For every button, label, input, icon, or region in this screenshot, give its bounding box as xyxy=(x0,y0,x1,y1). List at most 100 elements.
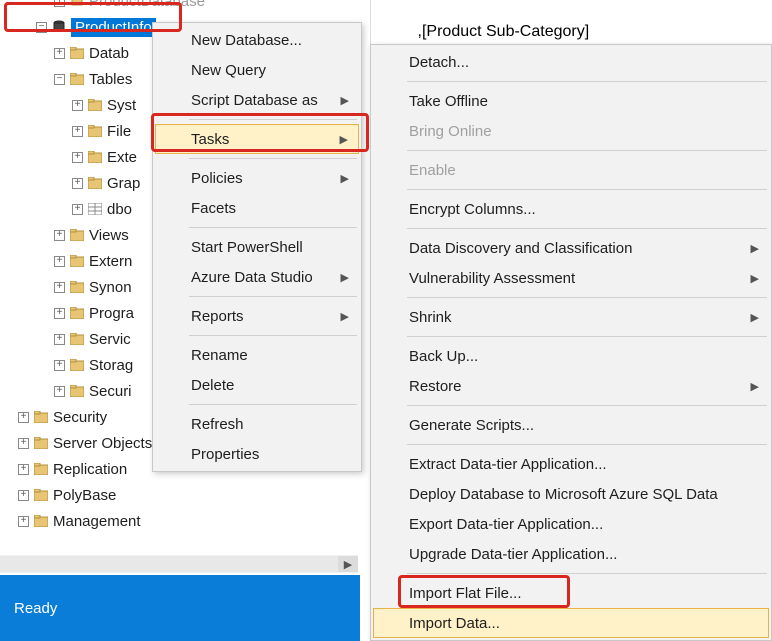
submenu-arrow-icon: ▶ xyxy=(751,272,759,285)
menu-item-reports[interactable]: Reports▶ xyxy=(155,301,359,331)
menu-separator xyxy=(407,150,767,151)
menu-item-refresh[interactable]: Refresh xyxy=(155,409,359,439)
menu-item-enable: Enable xyxy=(373,155,769,185)
table-icon xyxy=(87,201,103,217)
expand-icon[interactable]: + xyxy=(18,464,29,475)
expand-icon[interactable]: + xyxy=(54,386,65,397)
collapse-icon[interactable]: − xyxy=(54,74,65,85)
menu-item-shrink[interactable]: Shrink▶ xyxy=(373,302,769,332)
folder-icon xyxy=(33,409,49,425)
menu-item-new-query[interactable]: New Query xyxy=(155,55,359,85)
menu-item-encrypt-columns[interactable]: Encrypt Columns... xyxy=(373,194,769,224)
expand-icon[interactable]: + xyxy=(54,360,65,371)
tree-label: Securi xyxy=(89,383,132,400)
submenu-arrow-icon: ▶ xyxy=(341,310,349,323)
expand-icon[interactable]: + xyxy=(72,204,83,215)
expand-icon[interactable]: + xyxy=(72,100,83,111)
menu-item-bring-online: Bring Online xyxy=(373,116,769,146)
folder-icon xyxy=(33,461,49,477)
menu-item-generate-scripts[interactable]: Generate Scripts... xyxy=(373,410,769,440)
status-bar: Ready xyxy=(0,575,360,641)
menu-separator xyxy=(189,119,357,120)
database-icon xyxy=(69,0,85,9)
tree-label: Server Objects xyxy=(53,435,152,452)
tree-label: ProductDatabase xyxy=(89,0,205,10)
expand-icon[interactable]: + xyxy=(54,230,65,241)
tree-label: Progra xyxy=(89,305,134,322)
expand-icon[interactable]: + xyxy=(54,0,65,7)
submenu-arrow-icon: ▶ xyxy=(751,380,759,393)
folder-icon xyxy=(69,279,85,295)
folder-icon xyxy=(69,331,85,347)
scroll-right-button[interactable]: ▶ xyxy=(338,556,358,572)
menu-item-detach[interactable]: Detach... xyxy=(373,47,769,77)
menu-item-extract-data-tier[interactable]: Extract Data-tier Application... xyxy=(373,449,769,479)
folder-icon xyxy=(69,357,85,373)
menu-item-rename[interactable]: Rename xyxy=(155,340,359,370)
menu-item-new-database[interactable]: New Database... xyxy=(155,25,359,55)
menu-item-restore[interactable]: Restore▶ xyxy=(373,371,769,401)
menu-item-deploy-azure[interactable]: Deploy Database to Microsoft Azure SQL D… xyxy=(373,479,769,509)
menu-item-data-discovery[interactable]: Data Discovery and Classification▶ xyxy=(373,233,769,263)
tree-node[interactable]: + PolyBase xyxy=(0,482,360,508)
menu-item-import-flat-file[interactable]: Import Flat File... xyxy=(373,578,769,608)
collapse-icon[interactable]: − xyxy=(36,22,47,33)
expand-icon[interactable]: + xyxy=(18,438,29,449)
tree-label: Replication xyxy=(53,461,127,478)
submenu-arrow-icon: ▶ xyxy=(751,311,759,324)
sql-editor-preview: ,[Product Sub-Category] [Product Name] xyxy=(370,0,772,45)
context-menu-database[interactable]: New Database... New Query Script Databas… xyxy=(152,22,362,472)
folder-icon xyxy=(87,175,103,191)
submenu-arrow-icon: ▶ xyxy=(341,94,349,107)
menu-item-import-data[interactable]: Import Data... xyxy=(373,608,769,638)
menu-item-properties[interactable]: Properties xyxy=(155,439,359,469)
menu-item-tasks[interactable]: Tasks▶ xyxy=(155,124,359,154)
menu-item-script-database-as[interactable]: Script Database as▶ xyxy=(155,85,359,115)
tree-label: Security xyxy=(53,409,107,426)
menu-separator xyxy=(407,81,767,82)
submenu-arrow-icon: ▶ xyxy=(751,242,759,255)
menu-separator xyxy=(189,335,357,336)
tree-label: Storag xyxy=(89,357,133,374)
expand-icon[interactable]: + xyxy=(18,490,29,501)
context-menu-tasks[interactable]: Detach... Take Offline Bring Online Enab… xyxy=(370,44,772,641)
tree-label: Datab xyxy=(89,45,129,62)
folder-icon xyxy=(69,383,85,399)
menu-separator xyxy=(189,404,357,405)
menu-item-take-offline[interactable]: Take Offline xyxy=(373,86,769,116)
menu-item-back-up[interactable]: Back Up... xyxy=(373,341,769,371)
expand-icon[interactable]: + xyxy=(54,48,65,59)
tree-label: Grap xyxy=(107,175,140,192)
tree-label: Synon xyxy=(89,279,132,296)
menu-item-start-powershell[interactable]: Start PowerShell xyxy=(155,232,359,262)
menu-separator xyxy=(407,405,767,406)
tree-node-database-truncated[interactable]: + ProductDatabase xyxy=(0,0,360,14)
tree-label: Views xyxy=(89,227,129,244)
menu-item-azure-data-studio[interactable]: Azure Data Studio▶ xyxy=(155,262,359,292)
menu-item-facets[interactable]: Facets xyxy=(155,193,359,223)
menu-separator xyxy=(407,573,767,574)
menu-separator xyxy=(189,158,357,159)
folder-icon xyxy=(87,97,103,113)
menu-item-vulnerability-assessment[interactable]: Vulnerability Assessment▶ xyxy=(373,263,769,293)
tree-label: Tables xyxy=(89,71,132,88)
folder-icon xyxy=(69,253,85,269)
expand-icon[interactable]: + xyxy=(54,282,65,293)
tree-label: dbo xyxy=(107,201,132,218)
expand-icon[interactable]: + xyxy=(54,256,65,267)
expand-icon[interactable]: + xyxy=(18,516,29,527)
expand-icon[interactable]: + xyxy=(18,412,29,423)
menu-separator xyxy=(407,228,767,229)
menu-item-export-data-tier[interactable]: Export Data-tier Application... xyxy=(373,509,769,539)
tree-node[interactable]: + Management xyxy=(0,508,360,534)
expand-icon[interactable]: + xyxy=(72,126,83,137)
menu-item-policies[interactable]: Policies▶ xyxy=(155,163,359,193)
horizontal-scrollbar[interactable]: ▶ xyxy=(0,555,358,573)
tree-label: Extern xyxy=(89,253,132,270)
expand-icon[interactable]: + xyxy=(72,178,83,189)
expand-icon[interactable]: + xyxy=(54,308,65,319)
menu-item-delete[interactable]: Delete xyxy=(155,370,359,400)
expand-icon[interactable]: + xyxy=(54,334,65,345)
expand-icon[interactable]: + xyxy=(72,152,83,163)
menu-item-upgrade-data-tier[interactable]: Upgrade Data-tier Application... xyxy=(373,539,769,569)
